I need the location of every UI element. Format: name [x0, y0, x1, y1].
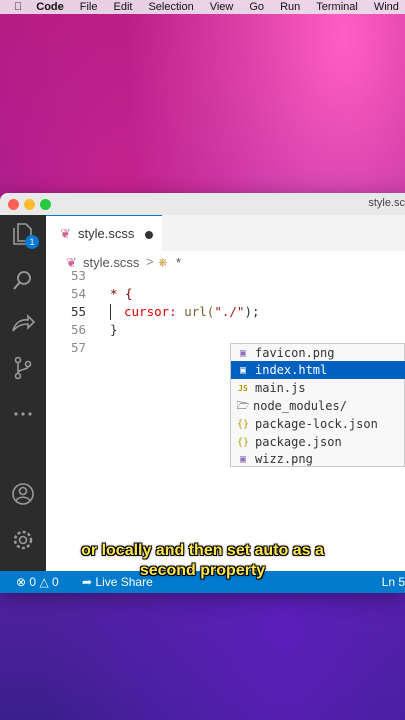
line-number: 56	[70, 322, 86, 337]
menu-app-name[interactable]: Code	[36, 1, 64, 13]
suggestion-label: package-lock.json	[255, 417, 378, 431]
indent-guide	[110, 304, 111, 320]
suggestion-widget: ▣ favicon.png ▣ index.html JS main.js 🗁 …	[230, 343, 405, 467]
json-file-icon: {}	[236, 437, 250, 448]
code-line-active[interactable]: 55 cursor: url("./");	[46, 303, 405, 321]
suggestion-label: favicon.png	[255, 346, 335, 360]
suggestion-item[interactable]: {} package.json	[231, 433, 405, 451]
apple-icon[interactable]: 	[14, 1, 22, 13]
suggestion-label: main.js	[255, 381, 306, 395]
menu-run[interactable]: Run	[280, 1, 300, 13]
title-bar[interactable]: style.sc	[0, 193, 405, 216]
json-file-icon: {}	[236, 419, 250, 430]
suggestion-item[interactable]: ▣ wizz.png	[231, 450, 405, 468]
mac-menubar:  Code File Edit Selection View Go Run T…	[0, 0, 405, 14]
html-file-icon: ▣	[239, 365, 247, 376]
menu-selection[interactable]: Selection	[148, 1, 193, 13]
suggestion-item[interactable]: 🗁 node_modules/	[231, 397, 405, 415]
suggestion-label: index.html	[255, 363, 328, 377]
tab-style-scss[interactable]: ❦ style.scss	[46, 215, 162, 251]
minimize-window-button[interactable]	[24, 199, 35, 210]
line-number: 57	[70, 340, 86, 355]
suggestion-label: package.json	[255, 435, 342, 449]
js-file-icon: JS	[238, 384, 248, 393]
vscode-window: style.sc 1 ❦ style.scss ❦ style.scss > ⎈…	[0, 193, 405, 593]
live-share-icon[interactable]	[10, 311, 36, 337]
unsaved-dot-icon[interactable]	[145, 231, 153, 239]
tab-label: style.scss	[78, 226, 135, 241]
more-icon[interactable]	[10, 401, 36, 427]
window-title: style.sc	[368, 197, 405, 209]
code-line[interactable]: 56 }	[46, 321, 405, 339]
folder-icon: 🗁	[236, 401, 250, 412]
suggestion-item-selected[interactable]: ▣ index.html	[231, 361, 405, 379]
line-number: 55	[70, 304, 86, 319]
menu-window[interactable]: Wind	[374, 1, 399, 13]
caption-line-1: or locally and then set auto as a	[81, 542, 324, 559]
code-line[interactable]: 54 * {	[46, 285, 405, 303]
menu-go[interactable]: Go	[249, 1, 264, 13]
editor-area: ❦ style.scss ❦ style.scss > ⎈ * 53 54 * …	[46, 215, 405, 571]
menu-view[interactable]: View	[210, 1, 234, 13]
code-text: * {	[110, 286, 133, 301]
explorer-icon[interactable]: 1	[10, 221, 39, 249]
suggestion-item[interactable]: {} package-lock.json	[231, 415, 405, 433]
close-window-button[interactable]	[8, 199, 19, 210]
suggestion-label: wizz.png	[255, 452, 313, 466]
image-file-icon: ▣	[239, 348, 247, 359]
explorer-badge: 1	[25, 235, 39, 249]
code-line[interactable]: 53	[46, 267, 405, 285]
activity-bar: 1	[0, 215, 46, 571]
tab-bar: ❦ style.scss	[46, 215, 405, 251]
code-text: }	[110, 322, 118, 337]
suggestion-label: node_modules/	[253, 399, 347, 413]
account-icon[interactable]	[10, 481, 36, 507]
image-file-icon: ▣	[239, 454, 247, 465]
zoom-window-button[interactable]	[40, 199, 51, 210]
menu-edit[interactable]: Edit	[113, 1, 132, 13]
search-icon[interactable]	[10, 267, 36, 293]
caption-line-2: second property	[139, 562, 266, 579]
sass-icon: ❦	[60, 226, 71, 241]
line-number: 53	[70, 268, 86, 283]
code-text: cursor: url("./");	[124, 304, 260, 319]
suggestion-item[interactable]: JS main.js	[231, 379, 405, 397]
menu-terminal[interactable]: Terminal	[316, 1, 358, 13]
source-control-icon[interactable]	[10, 355, 36, 381]
line-number: 54	[70, 286, 86, 301]
suggestion-item[interactable]: ▣ favicon.png	[231, 344, 405, 362]
menu-file[interactable]: File	[80, 1, 98, 13]
